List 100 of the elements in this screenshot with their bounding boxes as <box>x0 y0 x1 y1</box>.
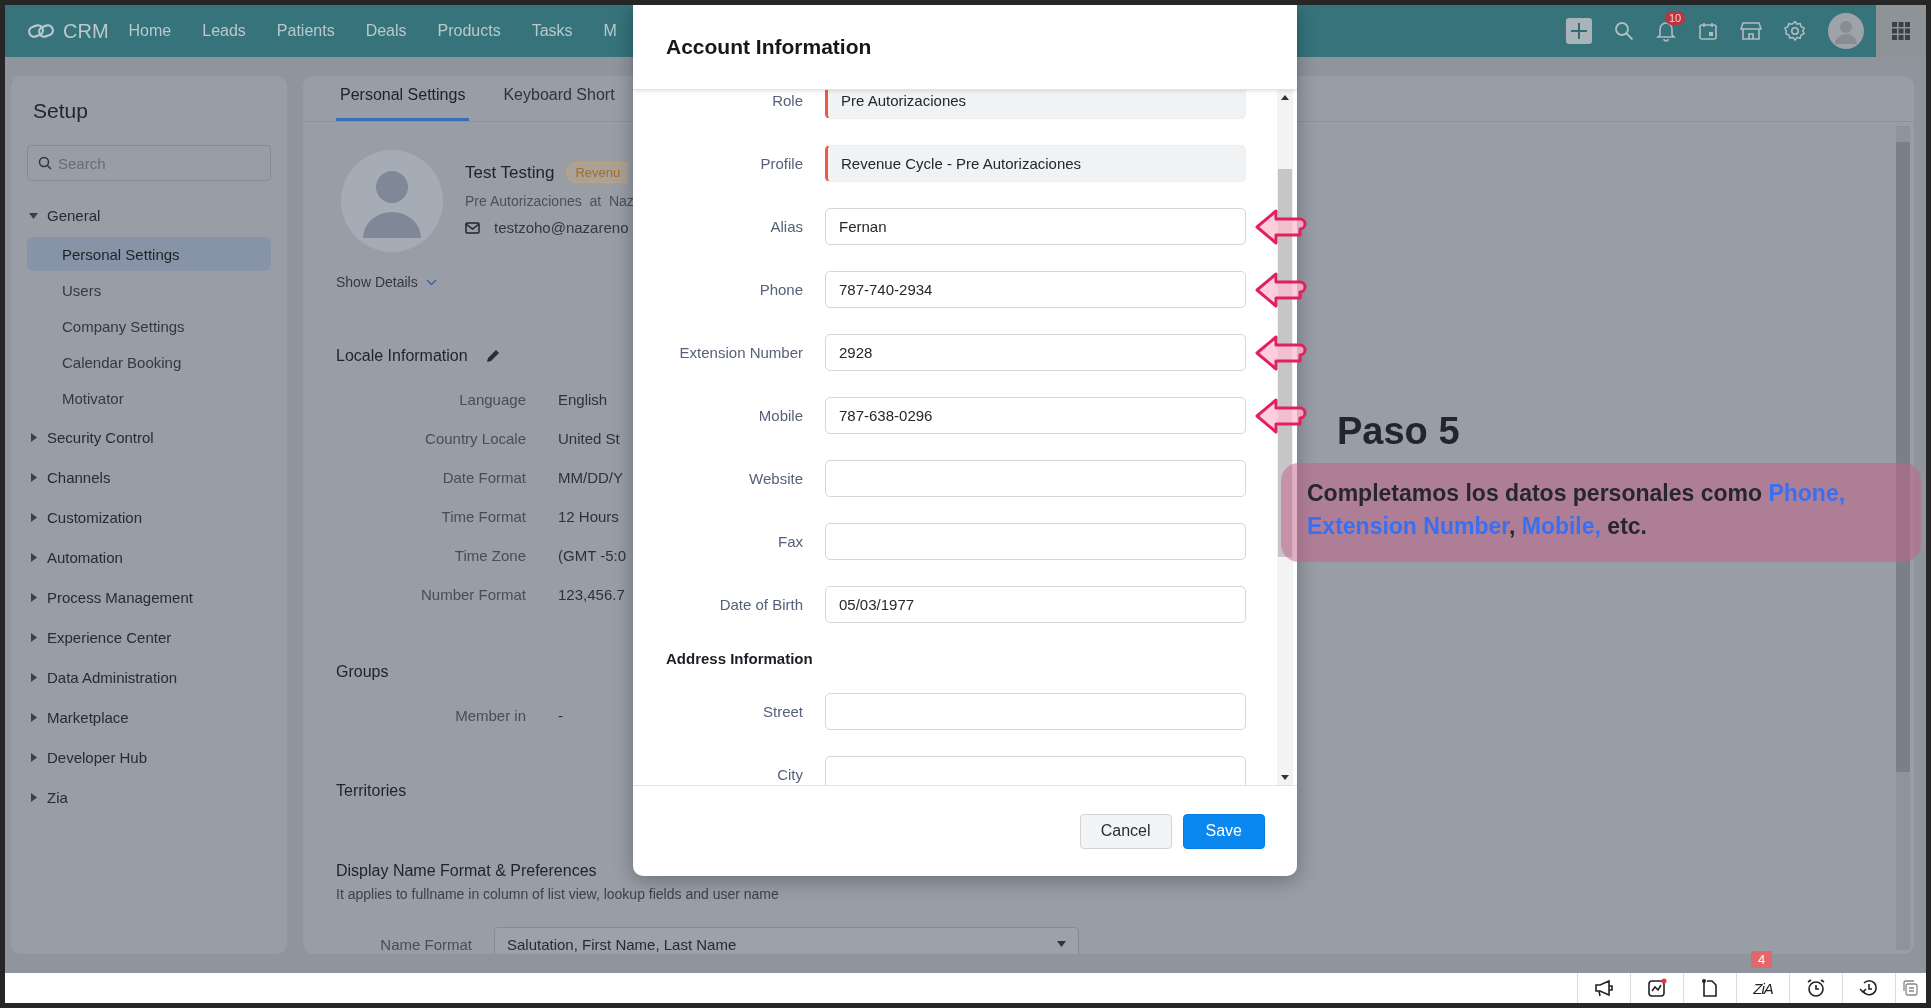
section-title: Display Name Format & Preferences <box>336 862 597 880</box>
sidebar-item[interactable]: Calendar Booking <box>27 345 271 379</box>
sidebar-item[interactable]: Personal Settings <box>27 237 271 271</box>
caret-icon <box>29 552 38 562</box>
sidebar-group[interactable]: Developer Hub <box>27 737 271 777</box>
field-value: English <box>558 391 609 408</box>
scroll-up-icon[interactable] <box>1281 95 1289 100</box>
nav-link[interactable]: M <box>603 22 617 40</box>
sidebar-item[interactable]: Users <box>27 273 271 307</box>
sidebar-group[interactable]: Customization <box>27 497 271 537</box>
sidebar-item[interactable]: Motivator <box>27 381 271 415</box>
avatar-icon[interactable] <box>1828 13 1864 49</box>
field-label: Date of Birth <box>718 596 803 613</box>
avatar-icon <box>341 150 443 252</box>
sidebar-group[interactable]: Data Administration <box>27 657 271 697</box>
input-field[interactable] <box>825 693 1246 730</box>
app-logo[interactable]: CRM <box>63 19 109 43</box>
megaphone-icon[interactable] <box>1594 979 1614 997</box>
section-description: It applies to fullname in column of list view, lookup fields and user name <box>336 886 780 902</box>
input-field[interactable]: 05/03/1977 <box>825 586 1246 623</box>
chart-card-icon[interactable] <box>1647 978 1667 998</box>
section-title: Address Information <box>666 649 813 667</box>
nav-link[interactable]: Home <box>128 22 172 40</box>
field-label: Time Format <box>440 508 526 525</box>
sidebar-title: Setup <box>33 99 89 123</box>
sidebar-group[interactable]: Automation <box>27 537 271 577</box>
caret-icon <box>29 512 38 522</box>
calendar-icon[interactable] <box>1698 21 1718 41</box>
field-value: 12 Hours <box>558 508 620 525</box>
field-value: (GMT -5:0 <box>558 547 627 564</box>
store-icon[interactable] <box>1740 21 1762 41</box>
note-icon[interactable] <box>1701 978 1719 998</box>
input-field[interactable]: Fernan <box>825 208 1246 245</box>
nav-link[interactable]: Deals <box>365 22 407 40</box>
field-label: Number Format <box>419 586 526 603</box>
search-icon <box>38 156 52 170</box>
assistant-button[interactable]: ZiA <box>1753 979 1773 997</box>
sidebar-item[interactable]: Company Settings <box>27 309 271 343</box>
tab[interactable]: Personal Settings <box>336 81 470 121</box>
user-name: Test Testing <box>465 162 555 183</box>
show-details-link[interactable]: Show Details <box>336 274 437 290</box>
count-badge: 4 <box>1751 951 1773 968</box>
field-label: City <box>776 766 803 783</box>
caret-icon <box>29 432 38 442</box>
input-field[interactable]: 787-638-0296 <box>825 397 1246 434</box>
input-field[interactable]: 2928 <box>825 334 1246 371</box>
scrollbar[interactable] <box>1896 126 1910 950</box>
nav-link[interactable]: Leads <box>202 22 246 40</box>
history-icon[interactable] <box>1859 978 1879 998</box>
name-format-dropdown[interactable]: Salutation, First Name, Last Name <box>494 927 1079 954</box>
field-value: 123,456.7 <box>558 586 626 603</box>
input-field[interactable]: 787-740-2934 <box>825 271 1246 308</box>
nav-link[interactable]: Patients <box>276 22 335 40</box>
chevron-down-icon <box>425 278 437 286</box>
mail-icon <box>465 221 480 234</box>
apps-grid-icon[interactable] <box>1892 22 1910 40</box>
nav-link[interactable]: Tasks <box>531 22 573 40</box>
save-button[interactable]: Save <box>1182 813 1265 849</box>
sidebar-group[interactable]: Security Control <box>27 417 271 457</box>
profile-badge: Revenu <box>566 162 629 183</box>
field-label: Country Locale <box>424 430 526 447</box>
cancel-button[interactable]: Cancel <box>1079 813 1172 849</box>
input-field[interactable] <box>825 756 1246 785</box>
sidebar-group[interactable]: Marketplace <box>27 697 271 737</box>
nav-link[interactable]: Products <box>437 22 501 40</box>
input-field[interactable] <box>825 523 1246 560</box>
input-field[interactable]: Pre Autorizaciones <box>825 90 1246 119</box>
field-label: Member in <box>454 707 526 724</box>
input-field[interactable]: Revenue Cycle - Pre Autorizaciones <box>825 145 1246 182</box>
tab[interactable]: Keyboard Short <box>499 81 619 121</box>
field-label: Profile <box>759 155 803 172</box>
settings-icon[interactable] <box>1784 20 1806 42</box>
user-email: testzoho@nazareno <box>494 219 629 236</box>
caret-icon <box>29 210 38 220</box>
user-role: Pre Autorizaciones at Naz <box>465 193 634 209</box>
field-value: - <box>558 707 563 724</box>
sidebar-group[interactable]: Process Management <box>27 577 271 617</box>
notes-stack-icon[interactable] <box>1903 980 1919 996</box>
step-title: Paso 5 <box>1337 410 1461 453</box>
notification-badge: 10 <box>1665 11 1686 25</box>
field-label: Alias <box>769 218 803 235</box>
field-label: Time Zone <box>453 547 526 564</box>
sidebar-group[interactable]: General <box>27 195 271 235</box>
caret-icon <box>29 792 38 802</box>
logo-icon <box>27 21 55 41</box>
pencil-icon[interactable] <box>485 349 500 363</box>
bell-icon[interactable] <box>1656 20 1676 42</box>
alarm-clock-icon[interactable] <box>1806 978 1826 998</box>
sidebar-group[interactable]: Channels <box>27 457 271 497</box>
add-icon[interactable] <box>1566 18 1592 44</box>
section-title: Locale Information <box>336 347 468 365</box>
field-value: United St <box>558 430 621 447</box>
sidebar-group[interactable]: Zia <box>27 777 271 817</box>
field-label: Role <box>771 92 803 109</box>
sidebar-group[interactable]: Experience Center <box>27 617 271 657</box>
scroll-down-icon[interactable] <box>1281 775 1289 780</box>
caret-icon <box>29 712 38 722</box>
input-field[interactable] <box>825 460 1246 497</box>
field-label: Phone <box>758 281 803 298</box>
search-icon[interactable] <box>1614 21 1634 41</box>
